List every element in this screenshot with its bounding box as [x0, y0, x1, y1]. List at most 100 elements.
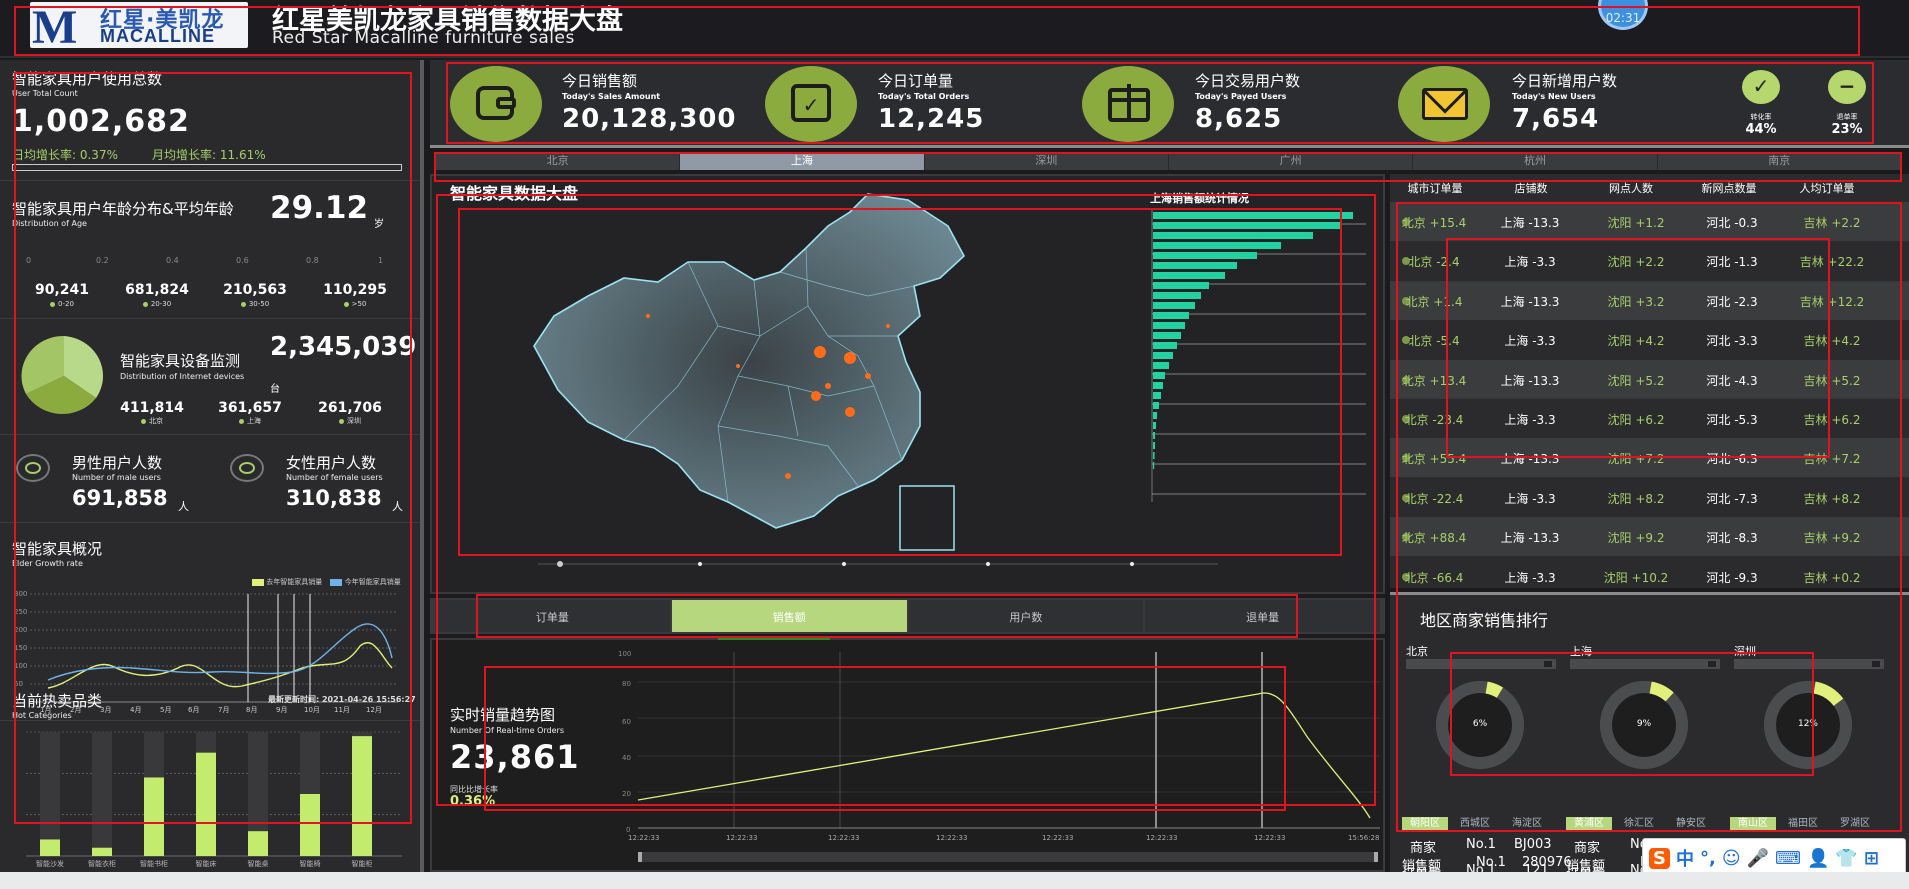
table-cell: 上海 -13.3: [1500, 373, 1560, 388]
district-tab[interactable]: 福田区: [1780, 817, 1826, 831]
punctuation-icon[interactable]: °,: [1700, 848, 1716, 869]
realtime-trend-line-chart: 100 80 60 40 20 0 12:22:33 12:22:33 12:2…: [618, 650, 1380, 862]
table-row[interactable]: 北京 -23.4 上海 -3.3 沈阳 +6.2 河北 -5.3 吉林 +6.2: [1390, 399, 1909, 438]
table-cell: 沈阳 +4.2: [1607, 334, 1665, 349]
district-tab[interactable]: 黄浦区: [1566, 817, 1612, 831]
divider: [0, 318, 420, 319]
chinese-mode-icon[interactable]: 中: [1676, 845, 1694, 871]
age-group-label: 30-50: [210, 300, 300, 308]
x-tick-label: 12:22:33: [1146, 834, 1177, 842]
tab-sales[interactable]: 销售额: [671, 600, 907, 632]
series-line-last-year: [47, 642, 393, 689]
divider: [0, 180, 420, 181]
table-cell: 上海 -3.3: [1504, 413, 1556, 427]
divider: [0, 434, 420, 435]
tab-nanjing[interactable]: 南京: [1658, 152, 1902, 170]
table-cell: 沈阳 +7.2: [1607, 452, 1665, 467]
legend-dot: [141, 418, 146, 424]
users-subtitle: User Total Count: [12, 89, 78, 98]
emoji-icon[interactable]: ☺: [1722, 848, 1741, 869]
y-tick-label: 100: [618, 650, 631, 658]
series-line-this-year: [47, 623, 393, 681]
age-group-value: 210,563: [223, 282, 287, 298]
logo: M 红星·美凯龙 MACALLINE: [30, 1, 248, 54]
table-row[interactable]: 北京 +88.4 上海 -13.3 沈阳 +9.2 河北 -8.3 吉林 +9.2: [1390, 517, 1909, 557]
district-tab[interactable]: 徐汇区: [1616, 817, 1662, 831]
category-label: 智能沙发: [36, 859, 64, 868]
district-tab[interactable]: 海淀区: [1504, 817, 1550, 831]
map-point: [886, 324, 890, 328]
bar: [1153, 392, 1161, 399]
month-label: 4月: [130, 706, 141, 714]
table-row[interactable]: 北京 +13.4 上海 -13.3 沈阳 +5.2 河北 -4.3 吉林 +5.2: [1390, 359, 1909, 399]
tab-shenzhen[interactable]: 深圳: [925, 152, 1169, 170]
y-tick-label: 200: [14, 626, 27, 634]
table-cell: 河北 -8.3: [1706, 531, 1758, 546]
hot-subtitle: Hot Categories: [12, 711, 72, 720]
bar: [1153, 462, 1155, 469]
month-label: 11月: [334, 706, 350, 714]
table-cell: 沈阳 +1.2: [1607, 216, 1665, 230]
header: M 红星·美凯龙 MACALLINE 红星美凯龙家具销售数据大盘 Red Sta…: [0, 0, 1909, 58]
tab-hangzhou[interactable]: 杭州: [1413, 152, 1658, 170]
district-tab[interactable]: 罗湖区: [1832, 817, 1878, 831]
bar: [1153, 232, 1313, 239]
ranking-percent: 9%: [1636, 719, 1652, 729]
toolbox-icon[interactable]: ⊞: [1864, 848, 1879, 869]
tab-shanghai[interactable]: 上海: [680, 152, 925, 170]
ranking-card: 深圳12%南山区福田区罗湖区商家No.1SZ023订单量No.1111: [1728, 641, 1888, 882]
table-row[interactable]: 北京 +55.4 上海 -13.3 沈阳 +7.2 河北 -6.3 吉林 +7.2: [1390, 438, 1909, 478]
skin-icon[interactable]: 👕: [1835, 848, 1857, 869]
table-row[interactable]: 北京 -5.4 上海 -3.3 沈阳 +4.2 河北 -3.3 吉林 +4.2: [1390, 320, 1909, 359]
table-cell: 河北 -6.3: [1706, 452, 1758, 467]
microphone-icon[interactable]: 🎤: [1747, 848, 1769, 869]
y-tick-label: 150: [14, 644, 27, 652]
bar: [1153, 332, 1181, 339]
table-cell: 沈阳 +9.2: [1607, 531, 1665, 546]
table-row[interactable]: 北京 -22.4 上海 -3.3 沈阳 +8.2 河北 -7.3 吉林 +8.2: [1390, 478, 1909, 517]
month-label: 12月: [366, 706, 382, 714]
district-tab[interactable]: 南山区: [1730, 817, 1776, 831]
tab-guangzhou[interactable]: 广州: [1169, 152, 1414, 170]
tab-orders[interactable]: 订单量: [435, 600, 670, 632]
table-row[interactable]: 北京 +1.4 上海 -13.3 沈阳 +3.2 河北 -2.3 吉林 +12.2: [1390, 280, 1909, 320]
calendar-check-icon: ✓: [765, 66, 857, 142]
bottom-scrollbar[interactable]: [0, 872, 1909, 889]
tab-users[interactable]: 用户数: [908, 600, 1144, 632]
bar-chart-title: 上海销售额统计情况: [1150, 192, 1249, 205]
tab-refunds[interactable]: 退单量: [1145, 600, 1380, 632]
timeline-slider[interactable]: [528, 558, 1228, 578]
district-tab[interactable]: 朝阳区: [1402, 817, 1448, 831]
x-tick-label: 12:22:33: [936, 834, 967, 842]
table-cell: 吉林 +6.2: [1803, 413, 1861, 427]
bar: [1153, 432, 1155, 439]
age-axis-tick: 0.6: [236, 256, 249, 265]
female-count: 310,838: [286, 486, 382, 510]
china-map[interactable]: [528, 186, 968, 568]
trend-line: [637, 692, 1371, 819]
ranking-percent: 6%: [1472, 719, 1488, 729]
table-cell: 吉林 +0.2: [1803, 570, 1861, 585]
table-cell: 吉林 +8.2: [1803, 491, 1861, 506]
tab-beijing[interactable]: 北京: [436, 152, 681, 170]
bar: [300, 794, 320, 856]
table-cell: 沈阳 +5.2: [1607, 373, 1665, 388]
table-row[interactable]: 北京 +15.4 上海 -13.3 沈阳 +1.2 河北 -0.3 吉林 +2.2: [1390, 202, 1909, 241]
district-tab[interactable]: 西城区: [1452, 817, 1498, 831]
map-point: [865, 373, 871, 379]
users-daily-growth: 日均增长率: 0.37%: [12, 148, 118, 162]
age-group-label: 20-30: [112, 300, 202, 308]
keyboard-icon[interactable]: ⌨: [1775, 848, 1801, 869]
map-point: [845, 407, 855, 417]
sogou-logo-icon[interactable]: S: [1649, 847, 1670, 869]
bar: [196, 752, 216, 856]
table-row[interactable]: 北京 -2.4 上海 -3.3 沈阳 +2.2 河北 -1.3 吉林 +22.2: [1390, 241, 1909, 280]
timeline-dot: [1130, 562, 1134, 566]
district-tab[interactable]: 静安区: [1668, 817, 1714, 831]
kpi-title: 今日订单量: [878, 72, 954, 90]
table-row[interactable]: 北京 -66.4 上海 -3.3 沈阳 +10.2 河北 -9.3 吉林 +0.2: [1390, 557, 1909, 596]
table-cell: 上海 -3.3: [1504, 491, 1556, 506]
legend-label: 去年智能家具销量: [266, 578, 323, 586]
user-icon[interactable]: 👤: [1807, 848, 1829, 869]
bar: [352, 736, 372, 856]
